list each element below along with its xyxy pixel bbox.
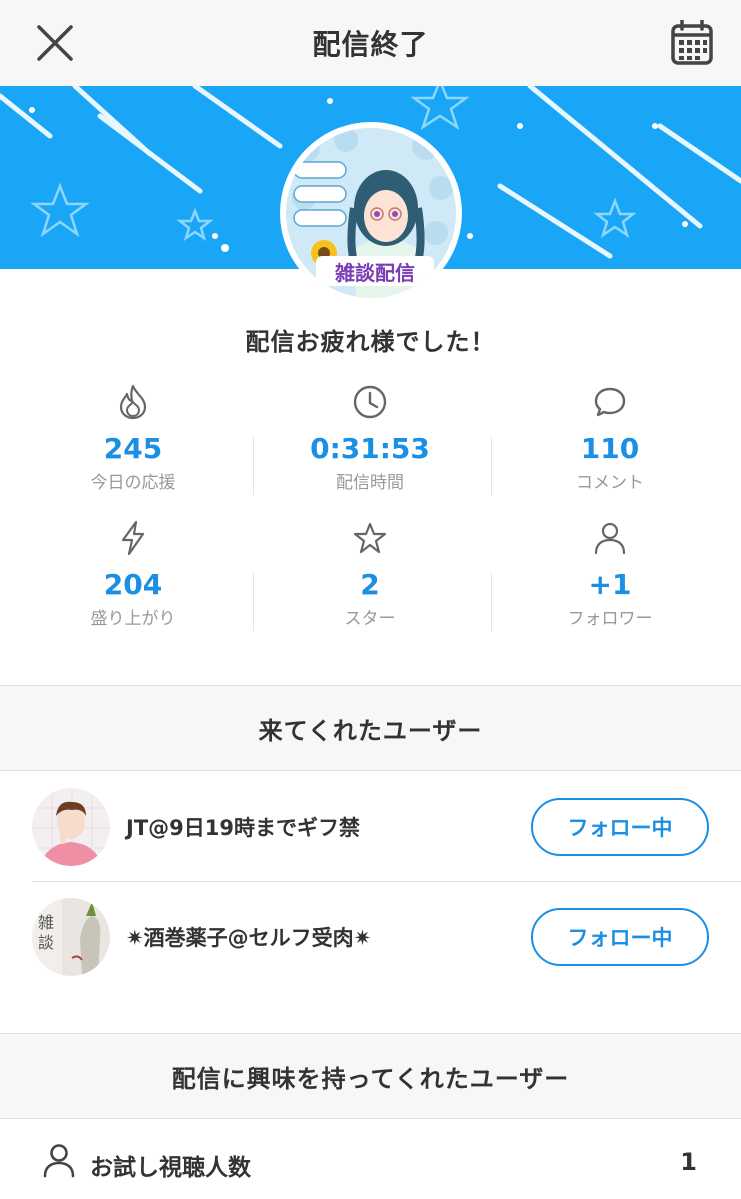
user-avatar[interactable] <box>32 788 110 866</box>
stat-label: 盛り上がり <box>90 609 176 629</box>
avatar-image: 雑談配信 <box>286 128 456 298</box>
list-item[interactable]: 雑 談 ✷酒巻薬子@セルフ受肉✷ フォロー中 <box>0 882 741 992</box>
clock-icon <box>353 385 387 419</box>
calendar-button[interactable] <box>667 18 717 68</box>
calendar-icon <box>671 20 713 65</box>
stat-value: 0:31:53 <box>310 432 430 465</box>
stat-followers: +1 フォロワー <box>490 516 730 629</box>
trial-viewers-row: お試し視聴人数 1 <box>0 1120 741 1199</box>
stat-label: フォロワー <box>567 609 653 629</box>
trial-viewers-count: 1 <box>680 1148 697 1176</box>
close-button[interactable] <box>30 18 80 68</box>
user-name[interactable]: JT@9日19時までギフ禁 <box>126 812 360 842</box>
stat-label: コメント <box>576 473 644 493</box>
svg-text:雑談配信: 雑談配信 <box>334 261 415 285</box>
lightning-icon <box>121 520 145 556</box>
stat-value: 110 <box>580 432 640 465</box>
svg-text:雑: 雑 <box>38 913 54 932</box>
svg-text:談: 談 <box>38 933 54 952</box>
divider <box>491 437 492 495</box>
stat-value: +1 <box>588 568 632 601</box>
stat-support: 245 今日の応援 <box>13 380 253 493</box>
stat-excitement: 204 盛り上がり <box>13 516 253 629</box>
user-avatar[interactable]: 雑 談 <box>32 898 110 976</box>
person-icon <box>594 522 626 555</box>
stat-value: 2 <box>360 568 380 601</box>
trial-viewers-label: お試し視聴人数 <box>90 1155 251 1181</box>
user-name[interactable]: ✷酒巻薬子@セルフ受肉✷ <box>126 922 371 952</box>
stat-value: 204 <box>103 568 163 601</box>
visitors-section-header: 来てくれたユーザー <box>0 685 741 771</box>
divider <box>253 573 254 631</box>
thanks-message: 配信お疲れ様でした！ <box>245 328 496 356</box>
stat-label: 今日の応援 <box>90 473 176 493</box>
divider <box>253 437 254 495</box>
top-bar: 配信終了 <box>0 0 741 86</box>
interested-section-header: 配信に興味を持ってくれたユーザー <box>0 1033 741 1119</box>
person-icon <box>42 1142 76 1182</box>
stat-duration: 0:31:53 配信時間 <box>250 380 490 493</box>
page-title: 配信終了 <box>312 28 429 61</box>
stat-stars: 2 スター <box>250 516 490 629</box>
list-item[interactable]: JT@9日19時までギフ禁 フォロー中 <box>0 772 741 882</box>
streamer-avatar: 雑談配信 <box>280 122 462 304</box>
following-button[interactable]: フォロー中 <box>531 798 709 856</box>
stat-label: 配信時間 <box>336 473 404 493</box>
divider <box>491 573 492 631</box>
close-icon <box>37 25 73 61</box>
stat-value: 245 <box>103 432 163 465</box>
flame-icon <box>119 384 147 420</box>
stat-label: スター <box>344 609 396 629</box>
following-button[interactable]: フォロー中 <box>531 908 709 966</box>
star-icon <box>353 522 387 554</box>
comment-icon <box>594 387 626 417</box>
stat-comments: 110 コメント <box>490 380 730 493</box>
